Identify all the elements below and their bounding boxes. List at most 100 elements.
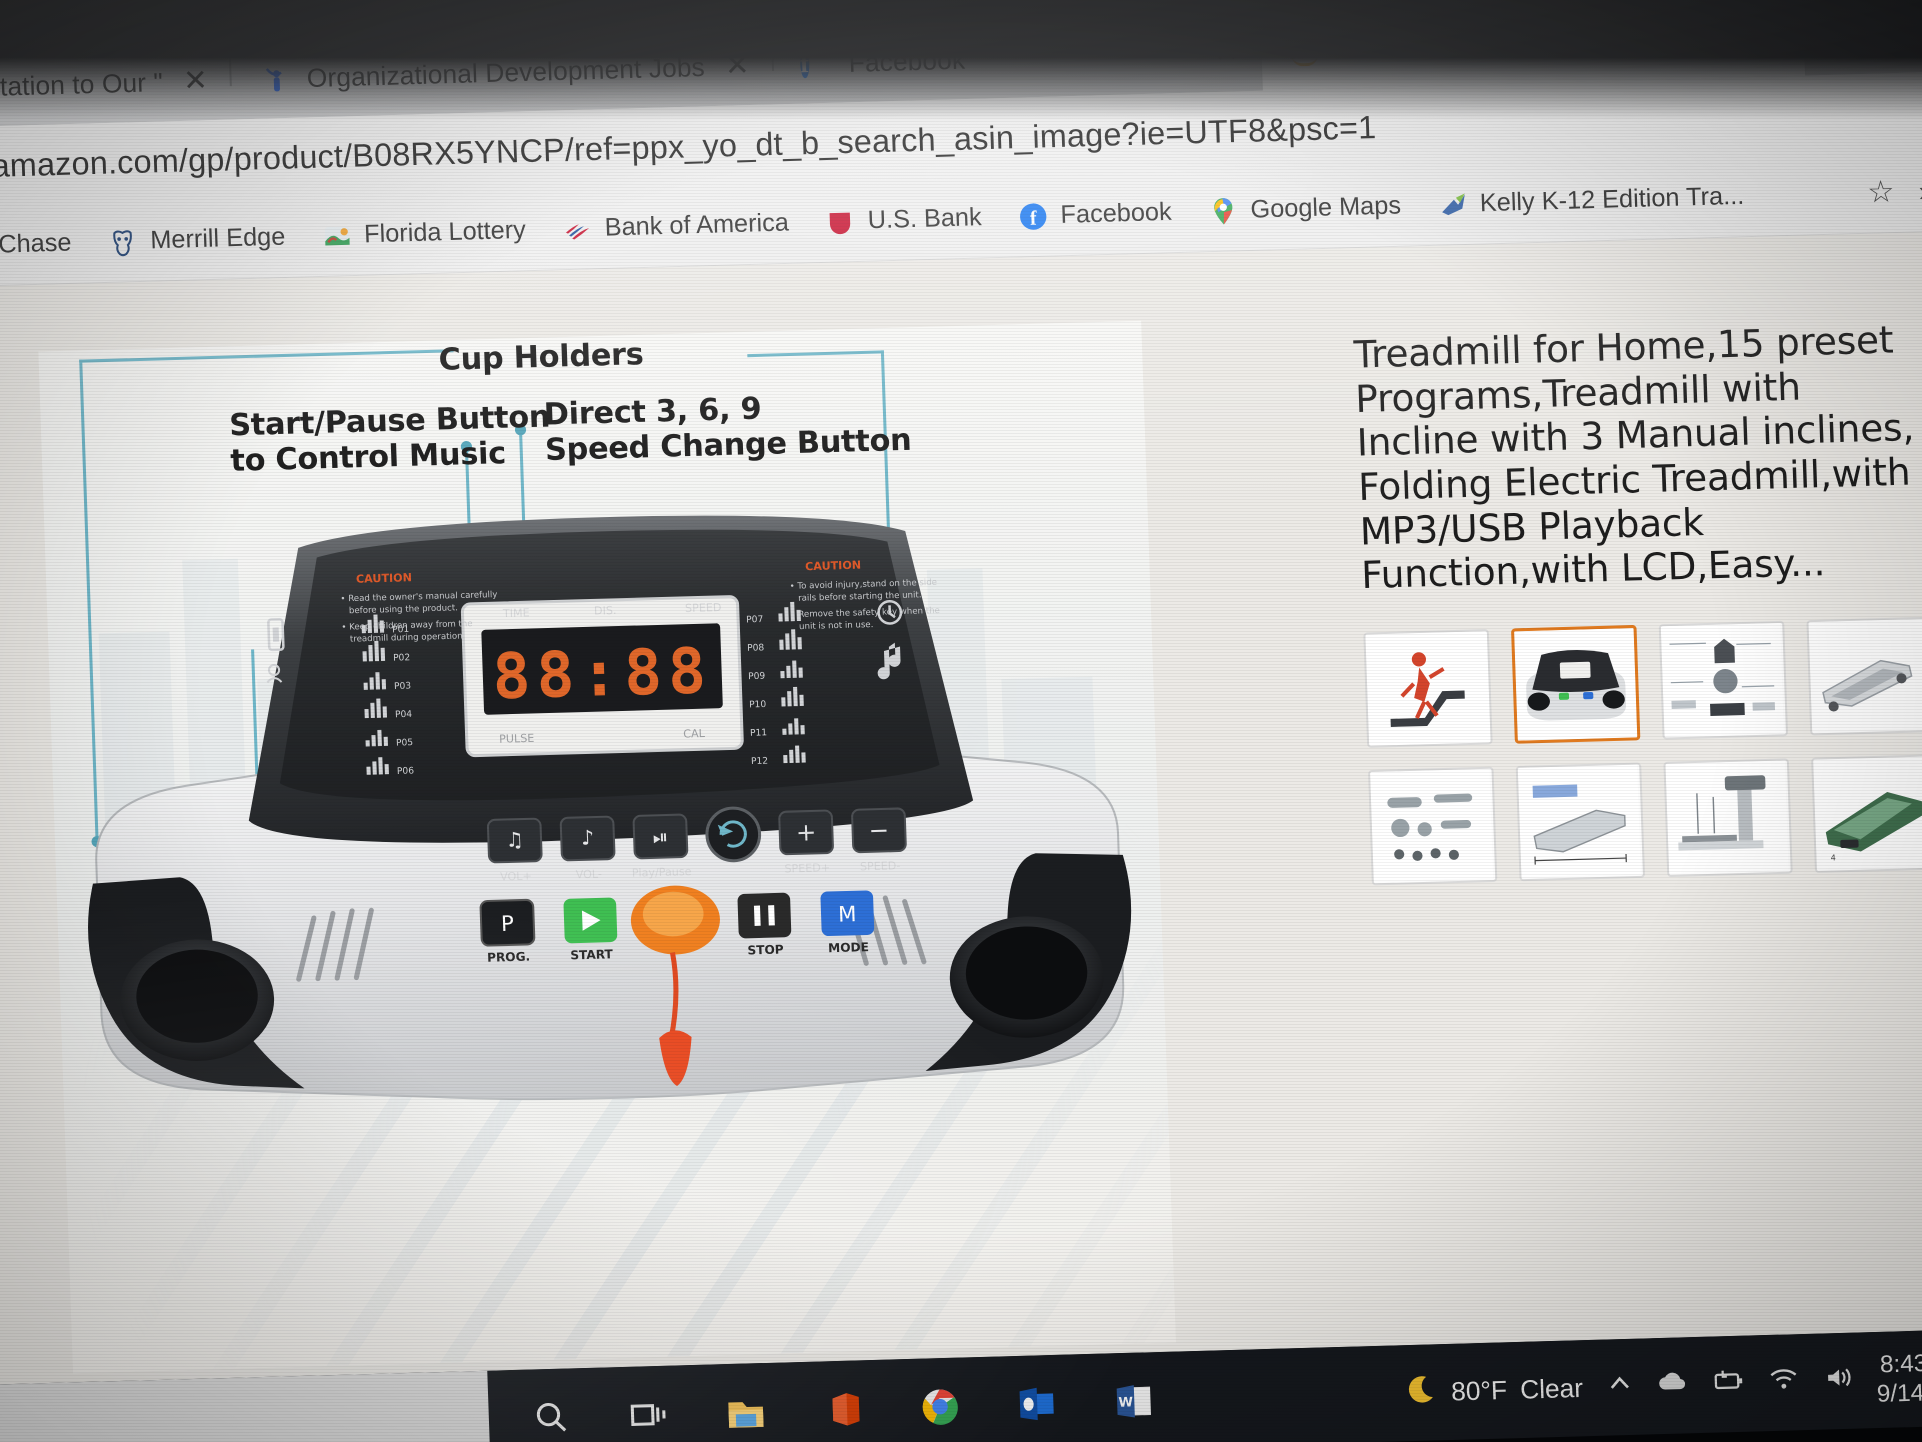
- chrome-icon[interactable]: [917, 1383, 963, 1429]
- thumb-runner-on-treadmill[interactable]: [1363, 628, 1493, 748]
- product-title: Treadmill for Home,15 preset Programs,Tr…: [1353, 318, 1915, 598]
- bookmarks-overflow-icon[interactable]: »: [1918, 175, 1922, 208]
- svg-text:P09: P09: [748, 672, 766, 682]
- svg-text:W: W: [1118, 1395, 1134, 1410]
- bookmark-label: Florida Lottery: [363, 215, 527, 249]
- bookmark-google-maps[interactable]: Google Maps: [1189, 190, 1419, 227]
- wifi-icon[interactable]: [1767, 1366, 1801, 1400]
- facebook-icon: f: [799, 48, 810, 79]
- tab-label: vitation to Our ": [0, 66, 164, 102]
- svg-text:4: 4: [1831, 852, 1836, 862]
- bookmark-label: U.S. Bank: [867, 202, 983, 235]
- svg-text:−: −: [868, 815, 889, 845]
- callout-direct-speed: Direct 3, 6, 9 Speed Change Button: [543, 391, 912, 468]
- svg-text:P02: P02: [393, 653, 410, 663]
- bookmark-label: Facebook: [1060, 197, 1173, 229]
- bookmark-star-icon[interactable]: ☆: [1867, 174, 1895, 210]
- weather-condition: Clear: [1519, 1372, 1584, 1405]
- bookmarks-bar-right: ☆ »: [1867, 172, 1922, 210]
- bookmark-merrill-edge[interactable]: Merrill Edge: [89, 221, 304, 257]
- treadmill-console-artwork: 88:88 TIME DIS. SPEED PULSE CAL CAUTION: [55, 498, 1159, 1176]
- florida-lottery-icon: [321, 220, 352, 251]
- tab-label: Facebook: [848, 43, 966, 78]
- svg-text:unit is not in use.: unit is not in use.: [799, 620, 874, 632]
- svg-text:SPEED: SPEED: [685, 601, 722, 615]
- svg-text:P01: P01: [392, 625, 409, 635]
- outlook-icon[interactable]: [1014, 1381, 1060, 1427]
- new-tab-button[interactable]: +: [1802, 0, 1880, 46]
- word-icon[interactable]: W: [1111, 1378, 1157, 1424]
- tab-facebook[interactable]: f Facebook ✕: [773, 12, 1263, 104]
- weather-widget[interactable]: 80°F Clear: [1403, 1368, 1584, 1414]
- product-main-image[interactable]: Cup Holders Start/Pause Button to Contro…: [38, 320, 1176, 1374]
- thumb-dimensions[interactable]: [1515, 762, 1646, 882]
- chrome-browser-window: vitation to Our " ✕ Organizational Devel…: [0, 0, 1922, 1386]
- cloud-icon[interactable]: [1655, 1368, 1689, 1404]
- svg-text:P12: P12: [751, 757, 768, 767]
- clock-widget[interactable]: 8:43 PM 9/14/202: [1875, 1349, 1922, 1409]
- thumb-deck-detail[interactable]: 4: [1811, 754, 1922, 873]
- tab-label: Amazon.com : Treadmill for Home: [1335, 22, 1738, 64]
- svg-text:DIS.: DIS.: [594, 604, 617, 618]
- profile-avatar[interactable]: ▼: [1879, 15, 1922, 58]
- svg-text:P05: P05: [396, 738, 413, 748]
- svg-text:SPEED-: SPEED-: [860, 859, 901, 873]
- taskbar-search-box[interactable]: [0, 1370, 491, 1442]
- svg-text:P03: P03: [394, 682, 412, 692]
- svg-text:TIME: TIME: [502, 606, 530, 620]
- volume-icon[interactable]: [1821, 1363, 1855, 1399]
- moon-icon: [1403, 1372, 1439, 1414]
- task-view-icon[interactable]: [626, 1391, 672, 1437]
- tab-close-icon[interactable]: ✕: [1750, 20, 1788, 53]
- weather-temp: 80°F: [1450, 1374, 1508, 1407]
- search-icon[interactable]: [529, 1394, 575, 1440]
- system-tray: 80°F Clear 8:43 9/14/202: [1403, 1348, 1922, 1422]
- thumb-side-view[interactable]: [1663, 758, 1793, 878]
- tab-organizational-development-jobs[interactable]: Organizational Development Jobs ✕: [231, 26, 774, 120]
- bookmark-facebook[interactable]: f Facebook: [999, 197, 1190, 233]
- svg-text:♫: ♫: [505, 827, 524, 851]
- svg-text:f: f: [1030, 207, 1038, 229]
- svg-text:P06: P06: [397, 766, 415, 776]
- kelly-icon: [1437, 189, 1468, 220]
- battery-icon[interactable]: [1710, 1367, 1746, 1401]
- bookmark-label: Merrill Edge: [149, 222, 286, 255]
- thumb-feature-diagram[interactable]: [1658, 620, 1789, 740]
- bank-of-america-icon: [562, 213, 593, 244]
- svg-text:VOL+: VOL+: [500, 870, 532, 884]
- bookmark-label: Kelly K-12 Edition Tra...: [1479, 181, 1745, 218]
- indeed-icon: [258, 61, 294, 96]
- svg-text:88:88: 88:88: [491, 634, 713, 713]
- thumb-parts-kit[interactable]: [1367, 766, 1498, 886]
- us-bank-icon: [825, 206, 856, 237]
- bookmark-chase[interactable]: Chase: [0, 227, 90, 262]
- office-icon[interactable]: [820, 1386, 866, 1432]
- svg-text:PROG.: PROG.: [487, 950, 531, 965]
- svg-text:P08: P08: [747, 643, 765, 653]
- svg-text:CAUTION: CAUTION: [356, 571, 412, 586]
- bookmark-us-bank[interactable]: U.S. Bank: [807, 202, 1001, 238]
- thumb-folded-treadmill[interactable]: [1806, 616, 1922, 736]
- folder-icon[interactable]: [723, 1389, 769, 1435]
- taskbar-icon-group: W: [488, 1378, 1157, 1441]
- bookmark-florida-lottery[interactable]: Florida Lottery: [303, 215, 545, 252]
- svg-text:P04: P04: [395, 710, 413, 720]
- svg-text:P07: P07: [746, 615, 764, 625]
- svg-text:MODE: MODE: [828, 940, 869, 955]
- chevron-up-icon[interactable]: [1605, 1369, 1635, 1405]
- bookmark-kelly-k12[interactable]: Kelly K-12 Edition Tra...: [1419, 181, 1763, 221]
- amazon-icon: a: [1286, 31, 1304, 66]
- bookmark-bank-of-america[interactable]: Bank of America: [544, 207, 808, 245]
- tab-close-icon[interactable]: ✕: [1208, 35, 1246, 68]
- svg-text:⏯: ⏯: [652, 825, 668, 848]
- bookmark-label: Google Maps: [1250, 191, 1402, 224]
- svg-text:VOL-: VOL-: [576, 868, 603, 882]
- tab-invitation[interactable]: vitation to Our " ✕: [0, 41, 231, 128]
- screen-photo: vitation to Our " ✕ Organizational Devel…: [0, 0, 1922, 1442]
- svg-text:START: START: [570, 947, 614, 962]
- bookmark-label: Bank of America: [604, 208, 790, 242]
- callout-cup-holders: Cup Holders: [438, 336, 645, 378]
- tab-close-icon[interactable]: ✕: [177, 64, 215, 97]
- thumb-console-closeup[interactable]: [1511, 624, 1641, 744]
- tab-close-icon[interactable]: ✕: [718, 49, 756, 82]
